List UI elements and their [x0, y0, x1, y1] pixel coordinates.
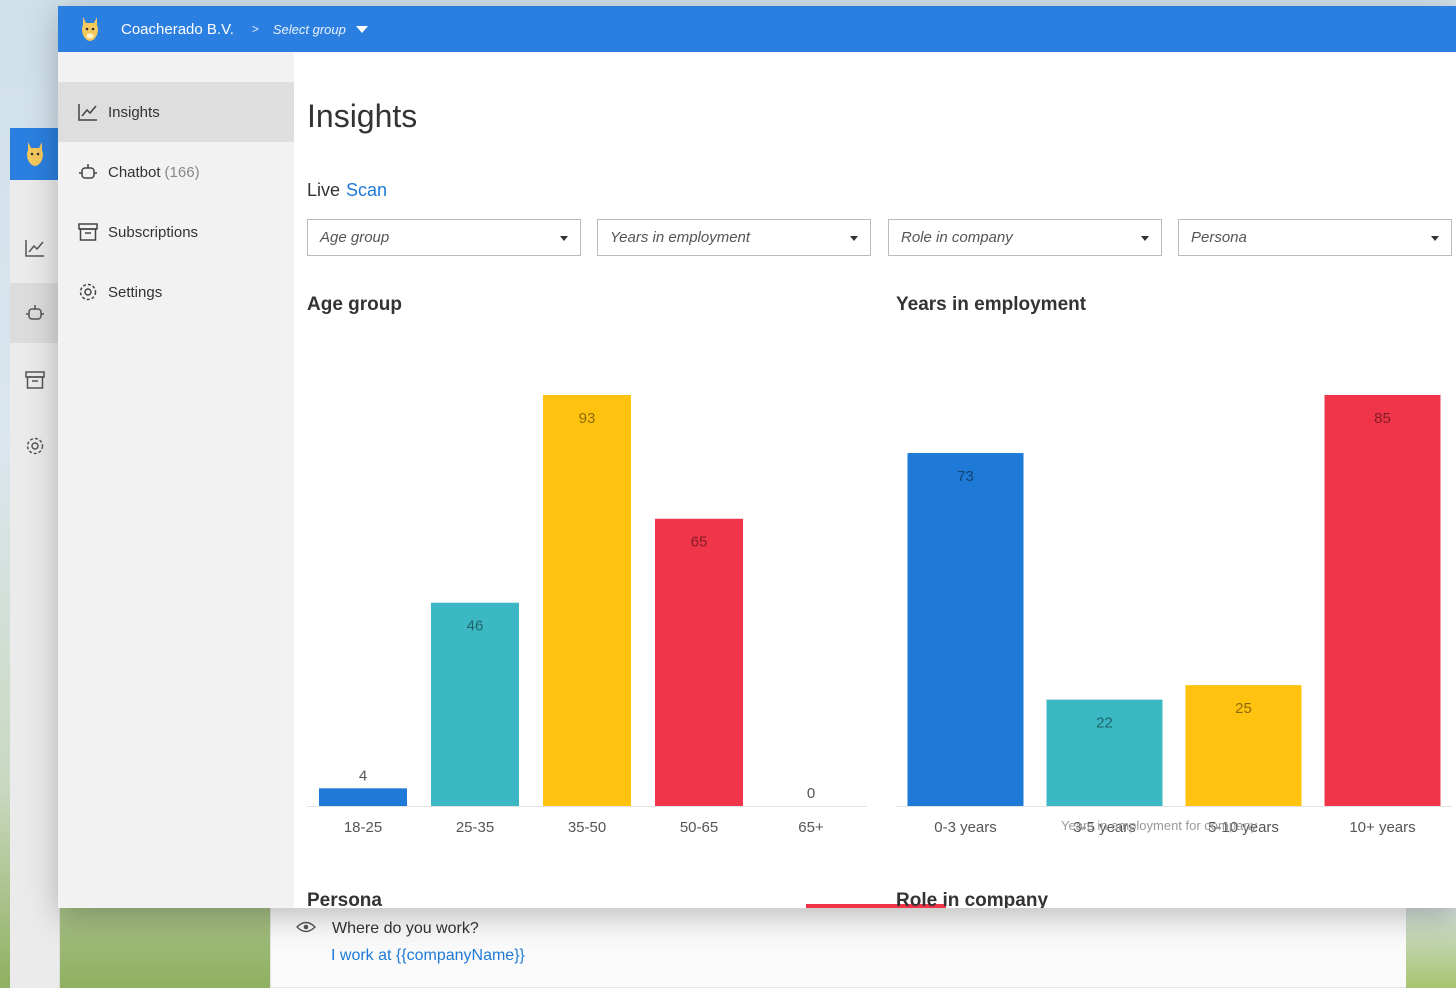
- mode-live[interactable]: Live: [307, 180, 340, 200]
- x-tick-label: 25-35: [456, 819, 494, 836]
- gear-icon[interactable]: [10, 416, 60, 476]
- mode-scan-link[interactable]: Scan: [346, 180, 387, 200]
- sidebar-item-chatbot[interactable]: Chatbot (166): [58, 142, 294, 202]
- background-logo: [10, 128, 60, 180]
- chart-bar[interactable]: [907, 453, 1024, 806]
- chart-title-persona: Persona: [307, 890, 382, 908]
- chart-bar[interactable]: [543, 395, 631, 806]
- chart-bar[interactable]: [1324, 395, 1441, 806]
- bar-value-label: 46: [467, 618, 484, 635]
- llama-logo-icon[interactable]: [78, 14, 102, 44]
- bar-value-label: 93: [579, 410, 596, 427]
- years-in-employment-chart: 730-3 years223-5 years255-10 years8510+ …: [896, 395, 1452, 836]
- filter-persona[interactable]: Persona: [1178, 219, 1452, 256]
- breadcrumb-separator: >: [251, 22, 259, 36]
- group-select[interactable]: Select group: [273, 22, 368, 37]
- filter-label: Persona: [1191, 229, 1247, 246]
- sidebar-item-label: Insights: [108, 103, 160, 121]
- sidebar-item-label: Chatbot: [108, 163, 161, 181]
- x-tick-label: 10+ years: [1349, 819, 1415, 836]
- page-title: Insights: [307, 98, 418, 134]
- chatbot-count: (166): [164, 163, 200, 181]
- dropdown-arrow-icon: [1141, 236, 1149, 241]
- llama-logo-icon: [27, 142, 43, 166]
- chart-title-age-group: Age group: [307, 294, 402, 315]
- filter-age-group[interactable]: Age group: [307, 219, 581, 256]
- question-text: Where do you work?: [332, 920, 479, 937]
- archive-icon[interactable]: [10, 350, 60, 410]
- dropdown-arrow-icon: [560, 236, 568, 241]
- insights-window: Coacherado B.V. > Select group Insights …: [58, 6, 1456, 908]
- bar-value-label: 85: [1374, 410, 1391, 427]
- filter-role-in-company[interactable]: Role in company: [888, 219, 1162, 256]
- bar-value-label: 22: [1096, 715, 1113, 732]
- bar-value-label: 0: [807, 785, 815, 802]
- group-select-label: Select group: [272, 21, 346, 37]
- sidebar: Insights Chatbot (166) Subscriptions Set…: [58, 52, 294, 908]
- chart-line-icon[interactable]: [10, 218, 60, 278]
- answer-text: I work at {{companyName}}: [331, 947, 525, 964]
- dropdown-arrow-icon: [850, 236, 858, 241]
- company-name[interactable]: Coacherado B.V.: [121, 21, 234, 38]
- chart-caption: Years in employment for company: [1061, 818, 1258, 833]
- chart-title-role-in-company: Role in company: [896, 890, 1049, 908]
- dropdown-arrow-icon: [1431, 236, 1439, 241]
- x-tick-label: 18-25: [344, 819, 382, 836]
- chart-line-icon: [78, 102, 98, 122]
- robot-icon[interactable]: [10, 283, 60, 343]
- background-question: Where do you work?: [296, 920, 479, 938]
- chart-bar[interactable]: [319, 788, 407, 806]
- bar-value-label: 73: [957, 468, 974, 485]
- x-tick-label: 35-50: [568, 819, 606, 836]
- top-bar: Coacherado B.V. > Select group: [58, 6, 1456, 52]
- sidebar-item-label: Settings: [108, 283, 163, 301]
- bar-value-label: 25: [1235, 700, 1252, 717]
- sidebar-item-subscriptions[interactable]: Subscriptions: [58, 202, 294, 262]
- filter-label: Years in employment: [610, 229, 751, 246]
- gear-icon: [78, 282, 98, 302]
- sidebar-item-label: Subscriptions: [108, 223, 199, 241]
- age-group-chart: 4 18-25 46 25-35 93 35-50 65 50-65 0 65+: [307, 395, 867, 836]
- mode-switch: Live Scan: [307, 180, 387, 201]
- background-icon-rail: [10, 128, 60, 988]
- caret-down-icon: [355, 25, 368, 33]
- archive-icon: [78, 222, 98, 242]
- x-tick-label: 0-3 years: [934, 819, 997, 836]
- bar-value-label: 4: [359, 767, 367, 784]
- sidebar-item-settings[interactable]: Settings: [58, 262, 294, 322]
- filter-label: Role in company: [901, 229, 1013, 246]
- filter-label: Age group: [320, 229, 390, 246]
- sidebar-item-insights[interactable]: Insights: [58, 82, 294, 142]
- chart-title-years-in-employment: Years in employment: [896, 294, 1087, 315]
- background-landscape: [1406, 900, 1456, 988]
- filter-years-in-employment[interactable]: Years in employment: [597, 219, 871, 256]
- x-tick-label: 65+: [798, 819, 824, 836]
- bar-value-label: 65: [691, 534, 708, 551]
- chart-bar[interactable]: [655, 518, 743, 806]
- x-tick-label: 50-65: [680, 819, 718, 836]
- robot-icon: [78, 162, 98, 182]
- main-content: Insights Live Scan Age group Years in emp…: [294, 52, 1456, 908]
- eye-icon: [296, 920, 316, 938]
